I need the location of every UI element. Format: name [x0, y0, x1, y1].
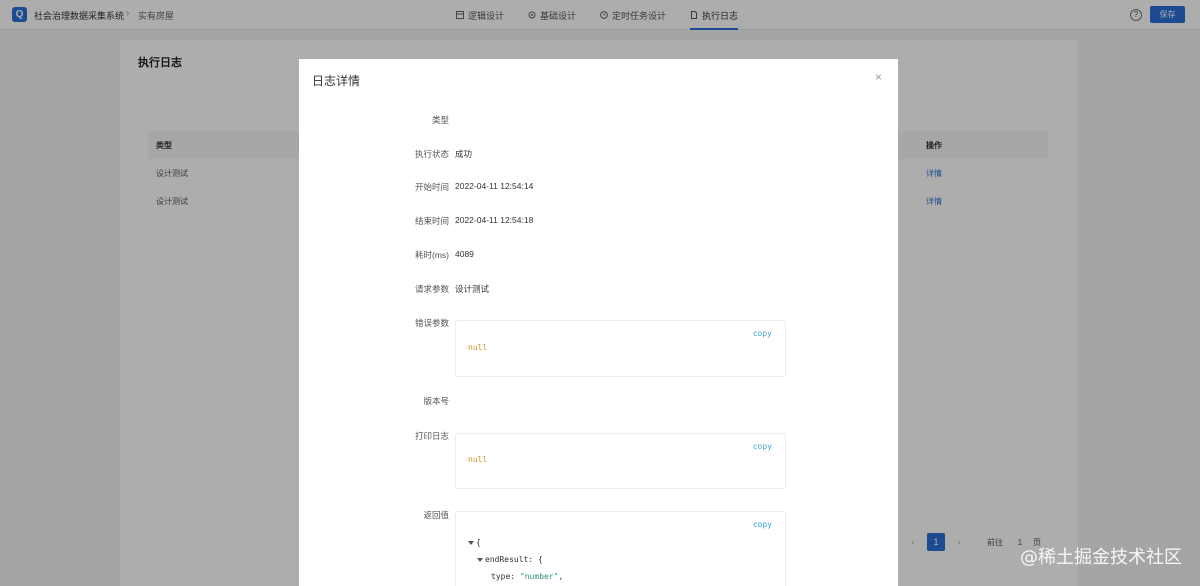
field-value: 2022-04-11 12:54:14 — [455, 181, 534, 191]
field-label: 版本号 — [423, 396, 449, 406]
field-request-params: 请求参数 设计测试 — [299, 283, 898, 297]
code-value: null — [468, 343, 488, 352]
code-value: null — [468, 455, 488, 464]
json-tree: { endResult: { type: "number", — [468, 534, 563, 585]
dialog-title: 日志详情 — [312, 74, 361, 88]
field-label: 错误参数 — [414, 318, 449, 328]
close-icon[interactable]: × — [875, 71, 882, 83]
field-type: 类型 — [299, 114, 898, 128]
json-leaf-line: type: "number", — [491, 572, 564, 581]
expand-caret-icon[interactable] — [468, 540, 474, 545]
field-label: 开始时间 — [414, 182, 449, 192]
log-detail-dialog: 日志详情 × 类型 执行状态 成功 开始时间 2022-04-11 12:54:… — [299, 59, 898, 586]
field-label: 打印日志 — [414, 431, 449, 441]
field-label: 请求参数 — [414, 284, 449, 294]
copy-button[interactable]: copy — [753, 329, 772, 338]
copy-button[interactable]: copy — [753, 520, 772, 529]
field-start-time: 开始时间 2022-04-11 12:54:14 — [299, 181, 898, 195]
field-value: 2022-04-11 12:54:18 — [455, 215, 534, 225]
return-value-code-block: copy { endResult: { type: "number", — [455, 511, 786, 586]
json-root-line[interactable]: { — [468, 534, 563, 551]
field-label: 执行状态 — [414, 149, 449, 159]
field-label: 类型 — [431, 115, 449, 125]
field-end-time: 结束时间 2022-04-11 12:54:18 — [299, 215, 898, 229]
field-version: 版本号 — [299, 395, 898, 409]
field-value: 设计测试 — [455, 284, 490, 294]
field-label: 返回值 — [423, 510, 449, 520]
field-label: 结束时间 — [414, 216, 449, 226]
copy-button[interactable]: copy — [753, 442, 772, 451]
field-value: 成功 — [455, 149, 473, 159]
print-log-code-block: copy null — [455, 433, 786, 489]
field-label: 耗时(ms) — [415, 250, 449, 260]
error-params-code-block: copy null — [455, 320, 786, 377]
field-value: 4089 — [455, 249, 474, 259]
watermark: @稀土掘金技术社区 — [1020, 547, 1182, 568]
json-node-line[interactable]: endResult: { — [468, 551, 563, 568]
field-status: 执行状态 成功 — [299, 148, 898, 162]
expand-caret-icon[interactable] — [477, 557, 483, 562]
field-duration: 耗时(ms) 4089 — [299, 249, 898, 263]
